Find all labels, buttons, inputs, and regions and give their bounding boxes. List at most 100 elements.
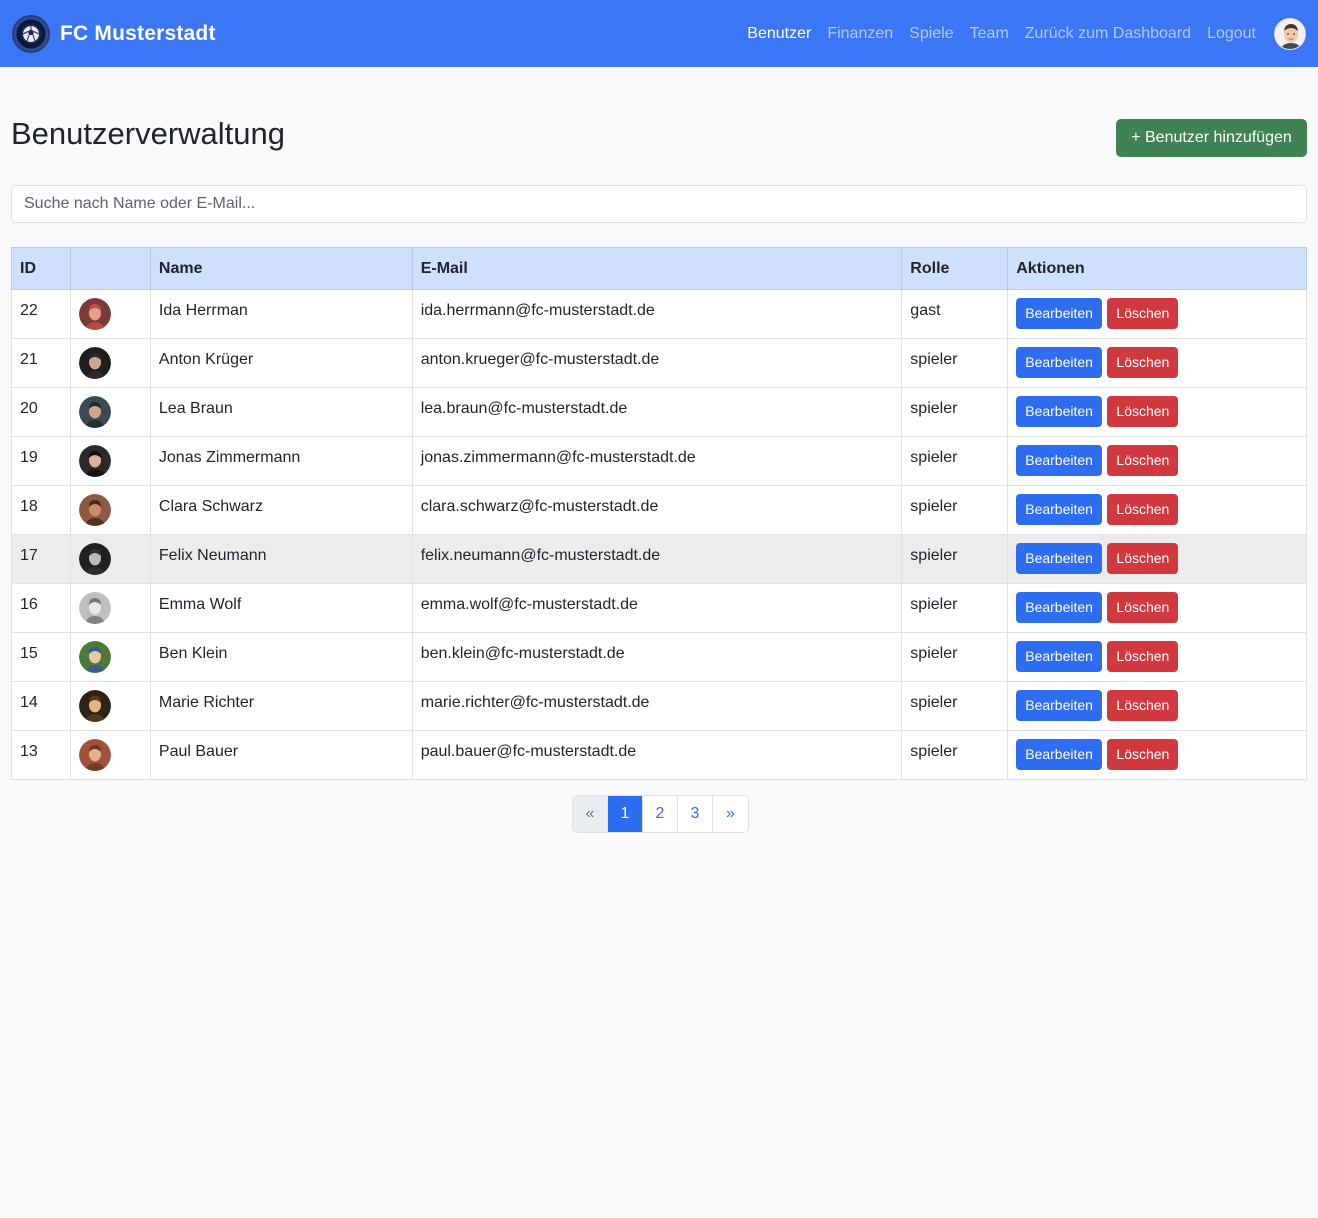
delete-button[interactable]: Löschen (1107, 347, 1179, 378)
cell-name: Jonas Zimmermann (149, 436, 413, 486)
table-body: 22 Ida Herrman ida.herrmann@fc-mustersta… (11, 289, 1307, 780)
cell-email: ben.klein@fc-musterstadt.de (411, 632, 903, 682)
page-title: Benutzerverwaltung (11, 116, 285, 151)
table-row[interactable]: 17 Felix Neumann felix.neumann@fc-muster… (11, 534, 1307, 584)
pagination-next[interactable]: » (713, 796, 748, 832)
table-row[interactable]: 21 Anton Krüger anton.krueger@fc-musters… (11, 338, 1307, 388)
cell-avatar (69, 387, 151, 437)
edit-button[interactable]: Bearbeiten (1016, 739, 1102, 770)
table-row[interactable]: 18 Clara Schwarz clara.schwarz@fc-muster… (11, 485, 1307, 535)
table-row[interactable]: 15 Ben Klein ben.klein@fc-musterstadt.de… (11, 632, 1307, 682)
cell-name: Emma Wolf (149, 583, 413, 633)
pagination-page-3[interactable]: 3 (678, 796, 713, 832)
column-header-name[interactable]: Name (149, 247, 413, 290)
cell-avatar (69, 632, 151, 682)
cell-email: anton.krueger@fc-musterstadt.de (411, 338, 903, 388)
delete-button[interactable]: Löschen (1107, 494, 1179, 525)
cell-role: gast (901, 289, 1009, 339)
avatar-icon (78, 298, 111, 330)
cell-actions: Bearbeiten Löschen (1007, 436, 1307, 486)
delete-button[interactable]: Löschen (1107, 641, 1179, 672)
add-user-button[interactable]: + Benutzer hinzufügen (1116, 119, 1307, 157)
cell-name: Anton Krüger (149, 338, 413, 388)
cell-name: Paul Bauer (149, 730, 413, 780)
cell-role: spieler (901, 485, 1009, 535)
cell-actions: Bearbeiten Löschen (1007, 338, 1307, 388)
avatar-icon (78, 494, 111, 526)
column-header-email[interactable]: E-Mail (411, 247, 903, 290)
brand[interactable]: FC Musterstadt (12, 14, 216, 53)
table-row[interactable]: 13 Paul Bauer paul.bauer@fc-musterstadt.… (11, 730, 1307, 780)
cell-avatar (69, 338, 151, 388)
cell-actions: Bearbeiten Löschen (1007, 485, 1307, 535)
avatar-icon (78, 543, 111, 575)
edit-button[interactable]: Bearbeiten (1016, 690, 1102, 721)
delete-button[interactable]: Löschen (1107, 298, 1179, 329)
table-row[interactable]: 14 Marie Richter marie.richter@fc-muster… (11, 681, 1307, 731)
edit-button[interactable]: Bearbeiten (1016, 494, 1102, 525)
cell-id: 17 (11, 534, 71, 584)
cell-name: Ida Herrman (149, 289, 413, 339)
cell-avatar (69, 289, 151, 339)
cell-avatar (69, 583, 151, 633)
cell-name: Lea Braun (149, 387, 413, 437)
user-avatar-icon[interactable] (1274, 17, 1306, 50)
cell-id: 19 (11, 436, 71, 486)
cell-avatar (69, 730, 151, 780)
nav-link-team[interactable]: Team (970, 25, 1009, 43)
edit-button[interactable]: Bearbeiten (1016, 396, 1102, 427)
cell-actions: Bearbeiten Löschen (1007, 289, 1307, 339)
column-header-role[interactable]: Rolle (901, 247, 1009, 290)
cell-avatar (69, 485, 151, 535)
edit-button[interactable]: Bearbeiten (1016, 445, 1102, 476)
cell-id: 16 (11, 583, 71, 633)
pagination-page-1[interactable]: 1 (608, 796, 643, 832)
pagination-page-2[interactable]: 2 (643, 796, 678, 832)
edit-button[interactable]: Bearbeiten (1016, 298, 1102, 329)
cell-id: 22 (11, 289, 71, 339)
pagination-prev[interactable]: « (573, 796, 608, 832)
edit-button[interactable]: Bearbeiten (1016, 592, 1102, 623)
cell-email: emma.wolf@fc-musterstadt.de (411, 583, 903, 633)
avatar-icon (78, 347, 111, 379)
table-row[interactable]: 20 Lea Braun lea.braun@fc-musterstadt.de… (11, 387, 1307, 437)
search-input[interactable] (11, 185, 1307, 223)
delete-button[interactable]: Löschen (1107, 739, 1179, 770)
nav-link-dashboard[interactable]: Zurück zum Dashboard (1025, 25, 1191, 43)
edit-button[interactable]: Bearbeiten (1016, 543, 1102, 574)
nav-link-benutzer[interactable]: Benutzer (747, 25, 811, 43)
cell-name: Clara Schwarz (149, 485, 413, 535)
cell-role: spieler (901, 534, 1009, 584)
table-row[interactable]: 19 Jonas Zimmermann jonas.zimmermann@fc-… (11, 436, 1307, 486)
cell-id: 21 (11, 338, 71, 388)
nav-link-logout[interactable]: Logout (1207, 25, 1256, 43)
delete-button[interactable]: Löschen (1107, 396, 1179, 427)
cell-avatar (69, 534, 151, 584)
delete-button[interactable]: Löschen (1107, 445, 1179, 476)
edit-button[interactable]: Bearbeiten (1016, 347, 1102, 378)
nav-link-spiele[interactable]: Spiele (909, 25, 953, 43)
cell-actions: Bearbeiten Löschen (1007, 534, 1307, 584)
cell-role: spieler (901, 681, 1009, 731)
column-header-id[interactable]: ID (11, 247, 71, 290)
top-navbar: FC Musterstadt Benutzer Finanzen Spiele … (0, 0, 1318, 67)
avatar-icon (78, 690, 111, 722)
avatar-icon (78, 641, 111, 673)
pagination: « 1 2 3 » (572, 795, 749, 833)
table-row[interactable]: 16 Emma Wolf emma.wolf@fc-musterstadt.de… (11, 583, 1307, 633)
nav-link-finanzen[interactable]: Finanzen (827, 25, 893, 43)
edit-button[interactable]: Bearbeiten (1016, 641, 1102, 672)
cell-email: jonas.zimmermann@fc-musterstadt.de (411, 436, 903, 486)
cell-email: lea.braun@fc-musterstadt.de (411, 387, 903, 437)
cell-email: clara.schwarz@fc-musterstadt.de (411, 485, 903, 535)
cell-email: felix.neumann@fc-musterstadt.de (411, 534, 903, 584)
table-row[interactable]: 22 Ida Herrman ida.herrmann@fc-mustersta… (11, 289, 1307, 339)
cell-name: Ben Klein (149, 632, 413, 682)
delete-button[interactable]: Löschen (1107, 690, 1179, 721)
column-header-avatar (69, 247, 151, 290)
cell-email: marie.richter@fc-musterstadt.de (411, 681, 903, 731)
cell-email: ida.herrmann@fc-musterstadt.de (411, 289, 903, 339)
brand-name[interactable]: FC Musterstadt (60, 22, 216, 46)
delete-button[interactable]: Löschen (1107, 543, 1179, 574)
delete-button[interactable]: Löschen (1107, 592, 1179, 623)
